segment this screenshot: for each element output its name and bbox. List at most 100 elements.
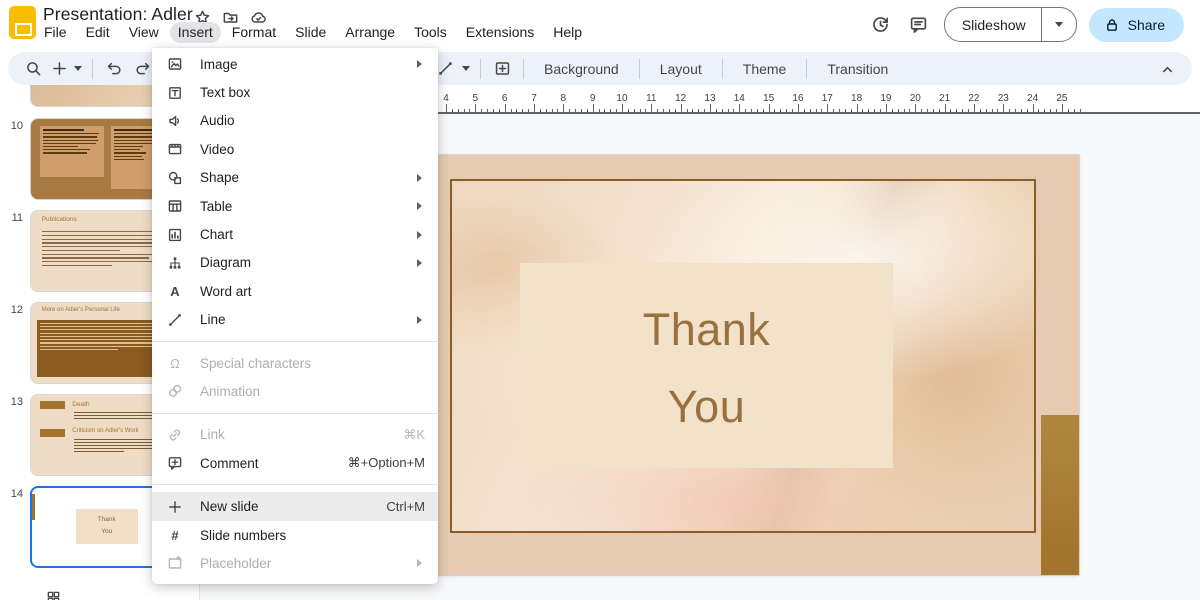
ruler-tick <box>821 109 822 113</box>
ruler-number: 21 <box>939 93 950 104</box>
menu-item-image[interactable]: Image <box>152 50 438 78</box>
version-history-icon[interactable] <box>868 12 894 38</box>
ruler-tick <box>458 109 459 113</box>
ruler-number: 8 <box>561 93 567 104</box>
slideshow-button[interactable]: Slideshow <box>944 7 1077 42</box>
undo-button[interactable] <box>101 56 127 82</box>
ruler-tick <box>722 109 723 113</box>
thumbnail-title: Death <box>72 401 89 408</box>
menubar-item-edit[interactable]: Edit <box>78 22 118 43</box>
grid-view-icon[interactable] <box>46 590 61 600</box>
menubar-item-view[interactable]: View <box>121 22 167 43</box>
menu-item-label: Audio <box>200 113 235 128</box>
menu-item-special-characters[interactable]: ΩSpecial characters <box>152 349 438 377</box>
menu-item-label: Chart <box>200 227 233 242</box>
ruler-tick <box>710 104 711 112</box>
submenu-arrow-icon <box>417 316 422 324</box>
animation-icon <box>166 383 184 400</box>
share-label: Share <box>1128 17 1165 33</box>
menu-item-diagram[interactable]: Diagram <box>152 249 438 277</box>
ruler-tick <box>569 109 570 113</box>
menu-item-label: Video <box>200 142 234 157</box>
ruler-number: 25 <box>1056 93 1067 104</box>
slide-number-label: 10 <box>1 120 23 132</box>
search-menus-icon[interactable] <box>20 56 46 82</box>
menubar-item-help[interactable]: Help <box>545 22 590 43</box>
background-button[interactable]: Background <box>532 61 631 77</box>
ruler-tick <box>1027 109 1028 113</box>
ruler-tick <box>640 109 641 113</box>
audio-icon <box>166 112 184 129</box>
menu-item-link[interactable]: Link⌘K <box>152 421 438 449</box>
menu-item-video[interactable]: Video <box>152 135 438 163</box>
menu-item-comment[interactable]: Comment⌘+Option+M <box>152 449 438 477</box>
menubar-item-slide[interactable]: Slide <box>287 22 334 43</box>
add-comment-button[interactable] <box>489 56 515 82</box>
ruler-tick <box>810 109 811 113</box>
toolbar-separator <box>639 59 640 79</box>
ruler-tick <box>634 109 635 113</box>
ruler-number: 11 <box>646 93 656 104</box>
menubar-item-tools[interactable]: Tools <box>406 22 455 43</box>
ruler-tick <box>475 104 476 112</box>
slide-14-canvas[interactable]: Thank You <box>430 155 1079 575</box>
ruler-tick <box>827 104 828 112</box>
new-slide-dropdown-icon[interactable] <box>72 66 84 71</box>
ruler-tick <box>927 109 928 113</box>
menubar-item-format[interactable]: Format <box>224 22 284 43</box>
ruler-tick <box>540 109 541 113</box>
menu-item-table[interactable]: Table <box>152 192 438 220</box>
menu-item-animation[interactable]: Animation <box>152 377 438 405</box>
ruler-tick <box>692 109 693 113</box>
slides-logo[interactable] <box>9 6 36 39</box>
ruler-tick <box>945 104 946 112</box>
menu-item-label: Line <box>200 312 226 327</box>
menu-item-text-box[interactable]: Text box <box>152 78 438 106</box>
line-tool-dropdown-icon[interactable] <box>460 66 472 71</box>
slide-number-label: 11 <box>1 212 23 224</box>
menu-item-shape[interactable]: Shape <box>152 164 438 192</box>
ruler-number: 22 <box>968 93 979 104</box>
menu-item-new-slide[interactable]: New slideCtrl+M <box>152 492 438 520</box>
menu-divider <box>152 341 438 342</box>
menubar-item-insert[interactable]: Insert <box>170 22 221 43</box>
ruler-number: 20 <box>910 93 921 104</box>
ruler-number: 5 <box>473 93 479 104</box>
ruler-tick <box>651 104 652 112</box>
menu-divider <box>152 484 438 485</box>
ruler-tick <box>904 109 905 113</box>
layout-button[interactable]: Layout <box>648 61 714 77</box>
ruler-tick <box>886 104 887 112</box>
new-slide-button[interactable] <box>48 56 70 82</box>
share-button[interactable]: Share <box>1089 8 1184 42</box>
thank-you-text-box[interactable]: Thank You <box>520 263 893 468</box>
menu-item-line[interactable]: Line <box>152 306 438 334</box>
menu-item-slide-numbers[interactable]: #Slide numbers <box>152 521 438 549</box>
transition-button[interactable]: Transition <box>815 61 900 77</box>
menu-item-chart[interactable]: Chart <box>152 220 438 248</box>
menubar-item-extensions[interactable]: Extensions <box>458 22 542 43</box>
ruler-tick <box>986 109 987 113</box>
ruler-tick <box>616 109 617 113</box>
ruler-tick <box>939 109 940 113</box>
ruler-number: 14 <box>734 93 745 104</box>
theme-button[interactable]: Theme <box>731 61 799 77</box>
menubar-item-file[interactable]: File <box>36 22 75 43</box>
hide-menus-icon[interactable] <box>1154 56 1180 82</box>
word-art-icon: A <box>166 283 184 300</box>
menu-item-audio[interactable]: Audio <box>152 107 438 135</box>
ruler-tick <box>645 109 646 113</box>
lock-icon <box>1104 17 1120 33</box>
ruler-number: 13 <box>704 93 715 104</box>
ruler-tick <box>763 109 764 113</box>
ruler-tick <box>704 109 705 113</box>
menu-item-placeholder[interactable]: Placeholder <box>152 549 438 577</box>
menu-item-word-art[interactable]: AWord art <box>152 277 438 305</box>
ruler-tick <box>587 109 588 113</box>
menubar-item-arrange[interactable]: Arrange <box>337 22 403 43</box>
slideshow-dropdown-icon[interactable] <box>1042 22 1076 27</box>
comments-icon[interactable] <box>906 12 932 38</box>
menu-item-label: Image <box>200 57 238 72</box>
menu-shortcut: ⌘K <box>403 427 425 443</box>
menu-shortcut: ⌘+Option+M <box>348 455 425 471</box>
